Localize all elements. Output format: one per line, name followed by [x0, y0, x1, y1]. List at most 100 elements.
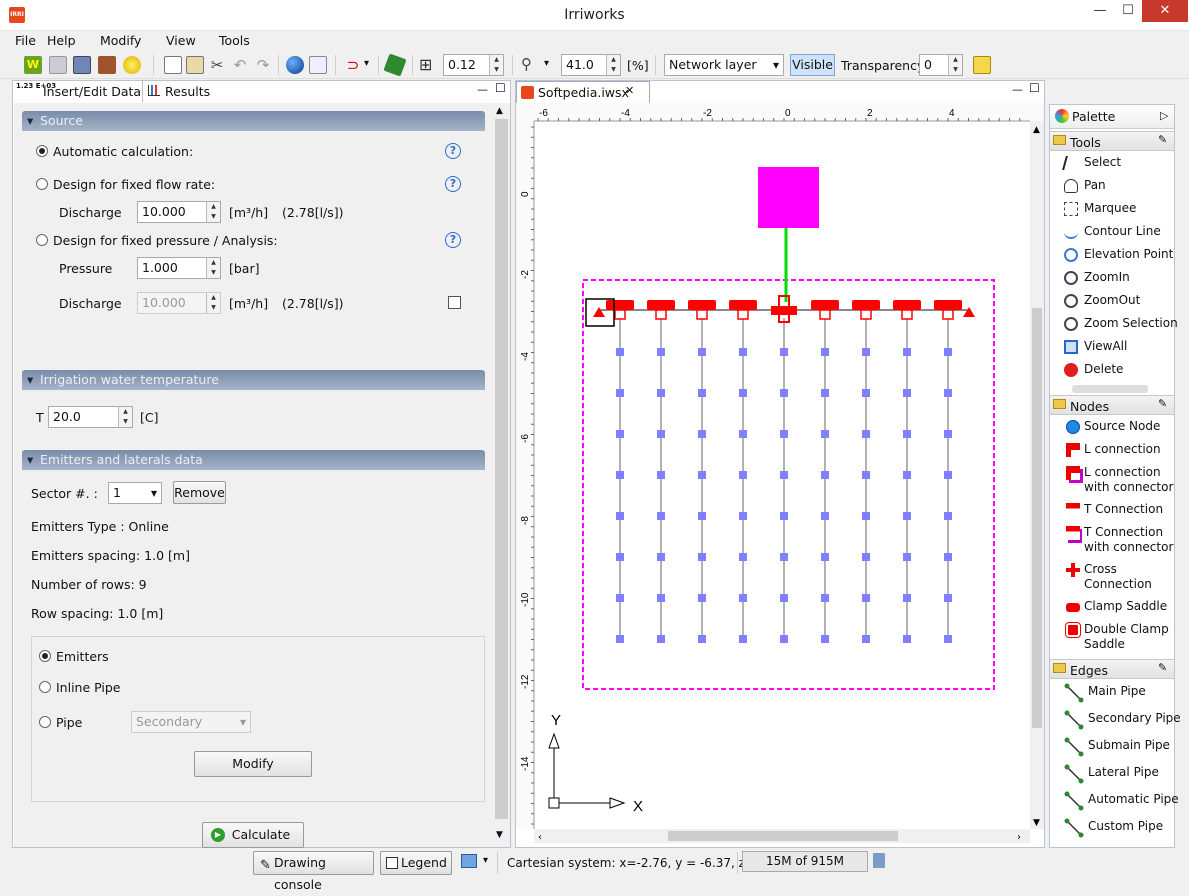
emitters-radio[interactable] — [39, 650, 51, 662]
clamp-saddle[interactable] — [688, 300, 716, 310]
image-icon[interactable] — [309, 56, 327, 74]
close-button[interactable]: ✕ — [1142, 0, 1188, 22]
emitter[interactable] — [821, 553, 829, 561]
cross-connection[interactable] — [771, 306, 797, 315]
emitter[interactable] — [657, 512, 665, 520]
emitter[interactable] — [903, 348, 911, 356]
tool-contour-line[interactable]: Contour Line — [1056, 224, 1174, 243]
clamp-saddle[interactable] — [934, 300, 962, 310]
zoom-icon[interactable]: ⚲ — [521, 55, 532, 73]
scroll-down-icon[interactable]: ▼ — [1033, 818, 1040, 828]
clamp-saddle[interactable] — [852, 300, 880, 310]
book-icon[interactable] — [98, 56, 116, 74]
magnet-icon[interactable]: ⊃ — [344, 56, 362, 74]
tab-insert-edit[interactable]: 1.23 E+03 Insert/Edit Data — [13, 81, 143, 102]
emitter[interactable] — [780, 553, 788, 561]
temperature-spinner[interactable]: ▲ ▼ — [118, 407, 132, 427]
nodes-drawer[interactable]: Nodes — [1050, 395, 1174, 415]
emitter[interactable] — [616, 553, 624, 561]
emitter[interactable] — [698, 635, 706, 643]
layers-icon[interactable] — [973, 56, 991, 74]
monitor-dropdown-icon[interactable]: ▾ — [483, 855, 488, 866]
scroll-thumb[interactable] — [495, 119, 508, 819]
maximize-button[interactable]: ☐ — [1114, 0, 1142, 22]
emitter[interactable] — [698, 553, 706, 561]
emitter[interactable] — [903, 430, 911, 438]
edges-drawer[interactable]: Edges — [1050, 659, 1174, 679]
node-source-node[interactable]: Source Node — [1056, 419, 1174, 438]
emitter[interactable] — [698, 512, 706, 520]
undo-icon[interactable]: ↶ — [231, 56, 249, 74]
tool-elevation-point[interactable]: Elevation Point — [1056, 247, 1174, 266]
trash-icon[interactable] — [873, 853, 885, 868]
saddle-outlet[interactable] — [901, 309, 913, 320]
redo-icon[interactable]: ↷ — [254, 56, 272, 74]
menu-view[interactable]: View — [166, 33, 196, 48]
modify-button[interactable]: Modify — [194, 751, 312, 777]
drawing-console-button[interactable]: ✎ Drawing console — [253, 851, 374, 892]
close-tab-icon[interactable]: ✕ — [625, 84, 634, 97]
emitter[interactable] — [862, 594, 870, 602]
emitter[interactable] — [739, 471, 747, 479]
emitter[interactable] — [616, 635, 624, 643]
magnet-dropdown-icon[interactable]: ▾ — [364, 58, 369, 69]
emitter[interactable] — [657, 553, 665, 561]
emitter[interactable] — [780, 430, 788, 438]
emitter[interactable] — [903, 512, 911, 520]
emitter[interactable] — [616, 594, 624, 602]
saddle-outlet[interactable] — [655, 309, 667, 320]
emitter[interactable] — [657, 471, 665, 479]
clamp-saddle[interactable] — [647, 300, 675, 310]
node-cross-connection[interactable]: Cross Connection — [1056, 562, 1174, 596]
emitter[interactable] — [780, 348, 788, 356]
scroll-up-icon[interactable]: ▲ — [496, 106, 503, 116]
transparency-input[interactable]: 0 ▲ ▼ — [919, 54, 963, 76]
editor-vscroll-thumb[interactable] — [1032, 308, 1042, 728]
tool-pan[interactable]: Pan — [1056, 178, 1174, 197]
monitor-icon[interactable] — [461, 854, 477, 868]
temperature-input[interactable]: 20.0 ▲ ▼ — [48, 406, 133, 428]
emitter[interactable] — [862, 430, 870, 438]
minimize-button[interactable]: — — [1086, 0, 1114, 22]
zoom-dropdown-icon[interactable]: ▾ — [544, 58, 549, 69]
tool-zoomin[interactable]: ZoomIn — [1056, 270, 1174, 289]
pin-icon[interactable]: ✎ — [1158, 133, 1167, 146]
legend-button[interactable]: Legend — [380, 851, 452, 875]
auto-calc-radio[interactable] — [36, 145, 48, 157]
edge-main-pipe[interactable]: Main Pipe — [1056, 683, 1174, 703]
zoom-input[interactable]: 41.0 ▲ ▼ — [561, 54, 621, 76]
node-double-clamp-saddle[interactable]: Double Clamp Saddle — [1056, 622, 1174, 656]
pipe-radio[interactable] — [39, 716, 51, 728]
fixed-flow-radio[interactable] — [36, 178, 48, 190]
menu-help[interactable]: Help — [47, 33, 76, 48]
save-as-icon[interactable] — [73, 56, 91, 74]
emitter[interactable] — [903, 553, 911, 561]
calculate-button[interactable]: ▶ Calculate — [202, 822, 304, 848]
emitter[interactable] — [903, 635, 911, 643]
help-icon[interactable]: ? — [445, 143, 461, 159]
discharge2-checkbox[interactable] — [448, 296, 461, 309]
pressure-input[interactable]: 1.000 ▲ ▼ — [137, 257, 221, 279]
emitter[interactable] — [657, 635, 665, 643]
emitter[interactable] — [780, 635, 788, 643]
emitter[interactable] — [944, 635, 952, 643]
palette-header[interactable]: Palette ▷ — [1050, 105, 1174, 129]
transparency-spinner[interactable]: ▲ ▼ — [948, 55, 962, 75]
paste-icon[interactable] — [186, 56, 204, 74]
discharge2-input[interactable]: 10.000 ▲ ▼ — [137, 292, 221, 314]
emitter[interactable] — [616, 389, 624, 397]
left-scrollbar[interactable]: ▲ ▼ — [493, 103, 510, 847]
saddle-outlet[interactable] — [819, 309, 831, 320]
emitter[interactable] — [739, 430, 747, 438]
emitter[interactable] — [944, 594, 952, 602]
scroll-up-icon[interactable]: ▲ — [1033, 125, 1040, 135]
emitter[interactable] — [698, 430, 706, 438]
emitter[interactable] — [944, 471, 952, 479]
emitter[interactable] — [821, 430, 829, 438]
tool-zoomout[interactable]: ZoomOut — [1056, 293, 1174, 312]
new-icon[interactable]: W — [24, 56, 42, 74]
node-t-connection-with-connector[interactable]: T Connection with connector — [1056, 525, 1174, 559]
clamp-saddle[interactable] — [893, 300, 921, 310]
emitters-section-header[interactable]: Emitters and laterals data — [22, 450, 485, 470]
emitter[interactable] — [657, 348, 665, 356]
